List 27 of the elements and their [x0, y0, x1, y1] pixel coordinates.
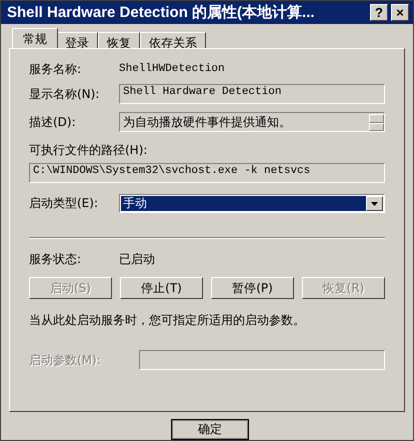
- tab[interactable]: 登录: [56, 32, 98, 48]
- field-label: 可执行文件的路径(H):: [29, 142, 148, 160]
- field-label: 服务状态:: [29, 251, 82, 268]
- field-label: 服务名称:: [29, 60, 82, 78]
- display-name-field[interactable]: Shell Hardware Detection: [119, 84, 385, 104]
- start-parameters-field[interactable]: [139, 350, 385, 370]
- description-field[interactable]: 为自动播放硬件事件提供通知。: [119, 112, 385, 132]
- hint-text: 当从此处启动服务时，您可指定所适用的启动参数。: [29, 312, 305, 330]
- help-button[interactable]: ?: [370, 4, 388, 22]
- tab[interactable]: 恢复: [98, 32, 140, 48]
- field-label: 启动类型(E):: [29, 195, 99, 212]
- status-value: 已启动: [119, 251, 155, 268]
- window-title: Shell Hardware Detection 的属性(本地计算...: [7, 3, 316, 22]
- path-field: C:\WINDOWS\System32\svchost.exe -k netsvcs: [29, 163, 385, 184]
- service-button[interactable]: 停止(T): [120, 277, 203, 300]
- dropdown-arrow-icon: [371, 202, 378, 206]
- service-button[interactable]: 暂停(P): [211, 277, 294, 300]
- field-label: 显示名称(N):: [29, 86, 100, 103]
- field-label: 描述(D):: [29, 114, 77, 131]
- scroll-buttons-icon[interactable]: [369, 114, 384, 132]
- tab[interactable]: 依存关系: [140, 32, 206, 48]
- tab[interactable]: 常规: [12, 28, 58, 48]
- field-label: 启动参数(M):: [29, 352, 102, 369]
- startup-type-dropdown[interactable]: 手动: [119, 194, 385, 214]
- service-name: ShellHWDetection: [119, 63, 225, 76]
- ok-button[interactable]: 确定: [171, 419, 249, 440]
- close-button[interactable]: ×: [391, 4, 409, 22]
